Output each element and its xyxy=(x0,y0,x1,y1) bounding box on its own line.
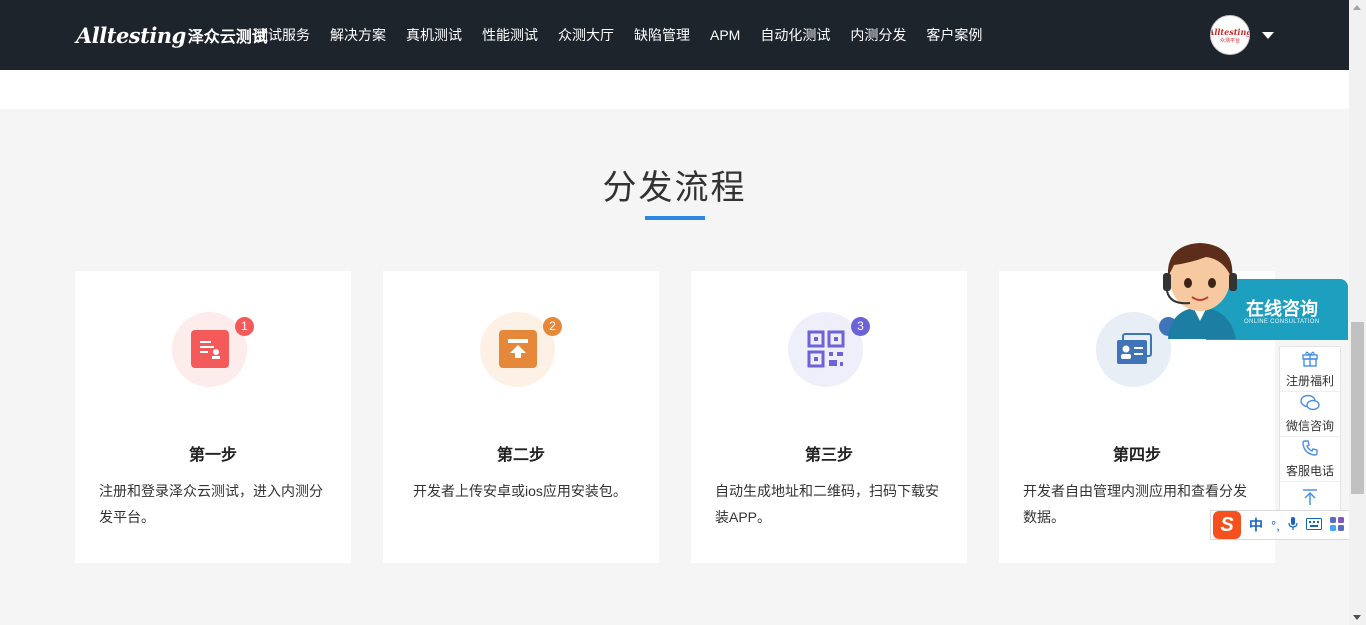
consultation-title: 在线咨询 xyxy=(1246,299,1318,319)
sidebar-item-wechat-consult[interactable]: 微信咨询 xyxy=(1280,392,1340,437)
chevron-down-icon[interactable] xyxy=(1262,32,1274,39)
sidebar-item-label: 客服电话 xyxy=(1285,464,1334,478)
nav-item-crowd-testing-hall[interactable]: 众测大厅 xyxy=(558,24,614,46)
upload-box-icon xyxy=(499,330,537,368)
scrollbar-thumb[interactable] xyxy=(1351,322,1364,494)
keyboard-icon[interactable] xyxy=(1305,517,1322,533)
top-navbar: Alltesting 泽众云测试 测试服务 解决方案 真机测试 性能测试 众测大… xyxy=(0,0,1349,70)
nav-item-customer-cases[interactable]: 客户案例 xyxy=(926,24,982,46)
section-title: 分发流程 xyxy=(602,169,747,207)
ime-toolbar: S 中 °, xyxy=(1210,510,1365,540)
back-to-top-icon[interactable] xyxy=(1280,482,1340,512)
online-consultation-banner[interactable]: 在线咨询 ONLINE CONSULTATION xyxy=(1156,237,1348,340)
sidebar-item-label: 微信咨询 xyxy=(1285,419,1334,433)
sidebar-item-service-phone[interactable]: 客服电话 xyxy=(1280,437,1340,482)
avatar-logo-sub: 众测平台 xyxy=(1219,37,1240,44)
step-description: 开发者上传安卓或ios应用安装包。 xyxy=(413,483,627,499)
qrcode-icon xyxy=(807,330,845,368)
ime-punctuation-toggle[interactable]: °, xyxy=(1271,518,1280,533)
certificate-icon xyxy=(191,330,229,368)
user-avatar[interactable]: Alltesting 众测平台 xyxy=(1210,15,1250,55)
step-title: 第三步 xyxy=(804,447,853,464)
right-float-sidebar: 注册福利 微信咨询 客服电话 xyxy=(1279,346,1341,516)
scroll-up-icon[interactable] xyxy=(1353,5,1361,10)
sidebar-item-label: 注册福利 xyxy=(1285,374,1334,388)
nav-item-apm[interactable]: APM xyxy=(710,24,740,46)
step-number-badge: 2 xyxy=(543,317,562,336)
nav-item-solutions[interactable]: 解决方案 xyxy=(330,24,386,46)
avatar-logo-text: Alltesting xyxy=(1210,26,1250,37)
site-logo[interactable]: Alltesting 泽众云测试 xyxy=(76,20,268,50)
ime-mode-toggle[interactable]: 中 xyxy=(1249,515,1263,535)
support-agent-icon xyxy=(1163,243,1237,339)
step-description: 注册和登录泽众云测试，进入内测分发平台。 xyxy=(99,483,323,525)
vertical-scrollbar[interactable] xyxy=(1349,0,1366,625)
main-nav: 测试服务 解决方案 真机测试 性能测试 众测大厅 缺陷管理 APM 自动化测试 … xyxy=(254,24,1002,46)
step-title: 第二步 xyxy=(496,447,545,464)
phone-icon xyxy=(1301,439,1319,462)
sidebar-item-register-benefits[interactable]: 注册福利 xyxy=(1280,347,1340,392)
step-card-3: 3 第三步 自动生成地址和二维码，扫码下载安装APP。 xyxy=(691,271,967,563)
white-band xyxy=(0,70,1349,109)
grid-menu-icon[interactable] xyxy=(1329,516,1344,534)
nav-item-beta-distribution[interactable]: 内测分发 xyxy=(850,24,906,46)
logo-brand-en: Alltesting xyxy=(76,22,186,48)
step-title: 第四步 xyxy=(1112,447,1161,464)
nav-item-real-device-testing[interactable]: 真机测试 xyxy=(406,24,462,46)
wechat-icon xyxy=(1300,394,1320,417)
sogou-logo-icon[interactable]: S xyxy=(1213,511,1241,539)
consultation-subtitle: ONLINE CONSULTATION xyxy=(1244,319,1320,325)
nav-item-performance-testing[interactable]: 性能测试 xyxy=(482,24,538,46)
nav-item-automation-testing[interactable]: 自动化测试 xyxy=(760,24,830,46)
scroll-down-icon[interactable] xyxy=(1353,615,1361,620)
nav-item-test-services[interactable]: 测试服务 xyxy=(254,24,310,46)
step-number-badge: 3 xyxy=(851,317,870,336)
step-title: 第一步 xyxy=(188,447,237,464)
step-description: 自动生成地址和二维码，扫码下载安装APP。 xyxy=(715,483,939,525)
step-card-2: 2 第二步 开发者上传安卓或ios应用安装包。 xyxy=(383,271,659,563)
gift-icon xyxy=(1301,349,1319,372)
title-underline xyxy=(645,216,705,220)
microphone-icon[interactable] xyxy=(1288,516,1298,534)
step-card-1: 1 第一步 注册和登录泽众云测试，进入内测分发平台。 xyxy=(75,271,351,563)
nav-item-defect-management[interactable]: 缺陷管理 xyxy=(634,24,690,46)
id-card-icon xyxy=(1115,330,1153,368)
step-number-badge: 1 xyxy=(235,317,254,336)
